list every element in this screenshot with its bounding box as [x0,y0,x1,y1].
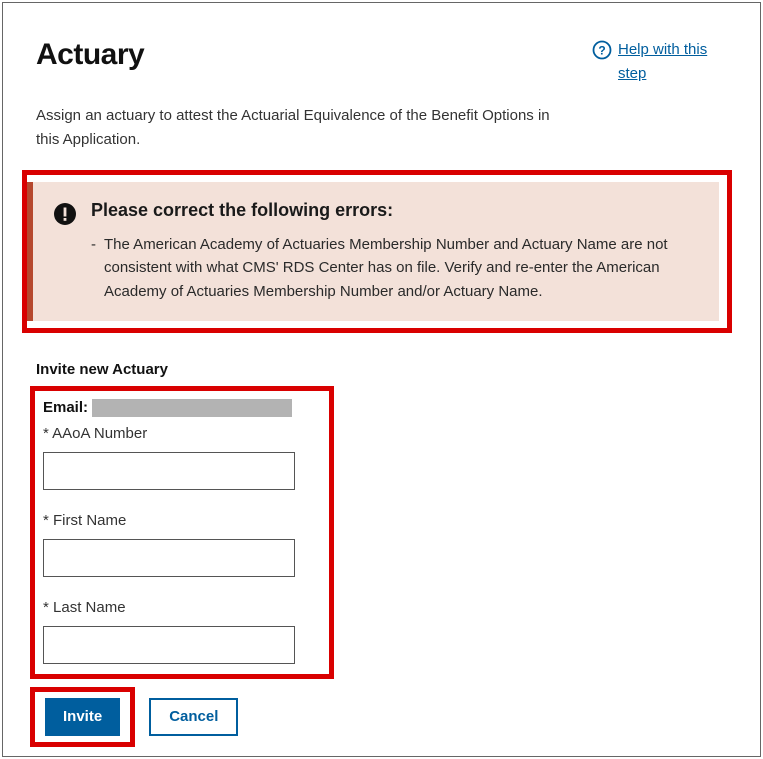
help-icon: ? [592,40,612,68]
error-highlight: Please correct the following errors: - T… [22,170,732,333]
form-highlight: Email: * AAoA Number * First Name * Last… [30,386,334,679]
page-container: Actuary ? Help with this step Assign an … [2,2,761,757]
error-item-text: The American Academy of Actuaries Member… [104,233,697,303]
lastname-input[interactable] [43,626,295,664]
page-description: Assign an actuary to attest the Actuaria… [36,104,566,152]
email-label: Email: [43,399,88,416]
lastname-group: * Last Name [43,599,315,664]
svg-text:?: ? [598,44,605,58]
error-title: Please correct the following errors: [91,200,697,221]
error-content: Please correct the following errors: - T… [91,200,697,303]
invite-highlight: Invite [30,687,135,747]
aaoa-group: * AAoA Number [43,425,315,490]
page-title: Actuary [36,38,144,72]
error-item: - The American Academy of Actuaries Memb… [91,233,697,303]
email-redacted [92,399,292,417]
cancel-button[interactable]: Cancel [149,698,238,736]
help-link-text: Help with this step [618,38,732,86]
aaoa-input[interactable] [43,452,295,490]
form-section-title: Invite new Actuary [36,361,732,378]
invite-button[interactable]: Invite [45,698,120,736]
email-row: Email: [43,399,315,417]
alert-icon [53,202,77,231]
header-row: Actuary ? Help with this step [36,38,732,86]
error-banner: Please correct the following errors: - T… [27,182,719,321]
help-link[interactable]: ? Help with this step [592,38,732,86]
aaoa-label: * AAoA Number [43,425,315,442]
firstname-group: * First Name [43,512,315,577]
error-dash: - [91,233,96,303]
lastname-label: * Last Name [43,599,315,616]
firstname-input[interactable] [43,539,295,577]
button-row: Invite Cancel [36,687,732,747]
firstname-label: * First Name [43,512,315,529]
